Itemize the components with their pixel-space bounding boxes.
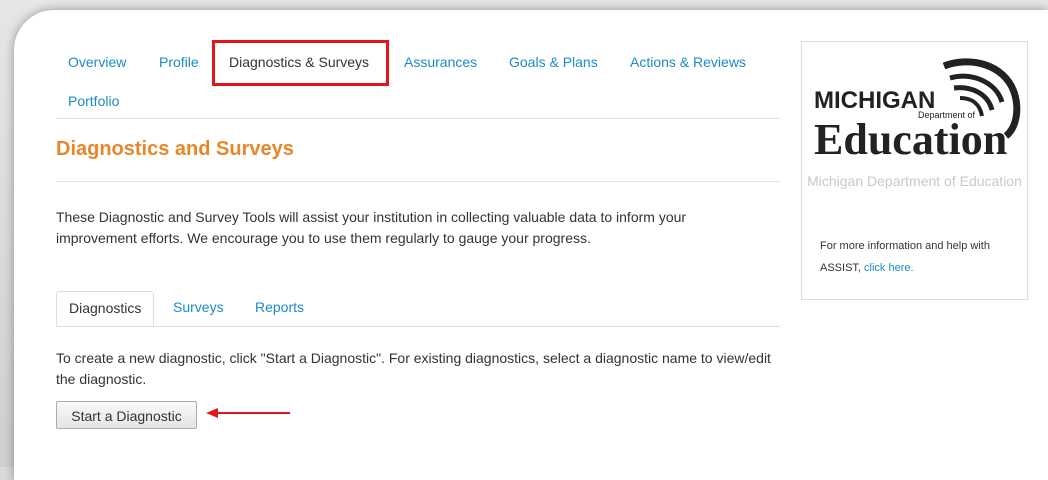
organization-name: Michigan Department of Education bbox=[807, 173, 1022, 189]
highlight-box bbox=[212, 40, 389, 86]
nav-item-profile[interactable]: Profile bbox=[159, 54, 199, 70]
nav-item-assurances[interactable]: Assurances bbox=[404, 54, 477, 70]
nav-item-portfolio[interactable]: Portfolio bbox=[68, 93, 119, 109]
nav-divider bbox=[56, 118, 780, 119]
help-info: For more information and help with ASSIS… bbox=[820, 235, 1020, 279]
michigan-education-logo: MICHIGAN Department of Education bbox=[814, 58, 1021, 160]
start-diagnostic-button[interactable]: Start a Diagnostic bbox=[56, 401, 197, 429]
help-link[interactable]: click here. bbox=[864, 262, 914, 274]
diagnostic-instructions: To create a new diagnostic, click "Start… bbox=[56, 350, 771, 387]
tab-reports[interactable]: Reports bbox=[243, 291, 316, 326]
tab-diagnostics[interactable]: Diagnostics bbox=[56, 291, 155, 326]
tab-surveys[interactable]: Surveys bbox=[161, 291, 236, 326]
nav-item-actions-reviews[interactable]: Actions & Reviews bbox=[630, 54, 746, 70]
nav-item-overview[interactable]: Overview bbox=[68, 54, 126, 70]
sidebar-panel: MICHIGAN Department of Education Michiga… bbox=[801, 41, 1028, 300]
page-title: Diagnostics and Surveys bbox=[56, 138, 294, 160]
pointer-arrow-icon bbox=[206, 408, 290, 418]
title-divider bbox=[56, 181, 780, 182]
nav-item-goals-plans[interactable]: Goals & Plans bbox=[509, 54, 598, 70]
logo-line3: Education bbox=[814, 115, 1007, 160]
tab-bar: Diagnostics Surveys Reports bbox=[56, 291, 780, 327]
page-description: These Diagnostic and Survey Tools will a… bbox=[56, 209, 687, 246]
